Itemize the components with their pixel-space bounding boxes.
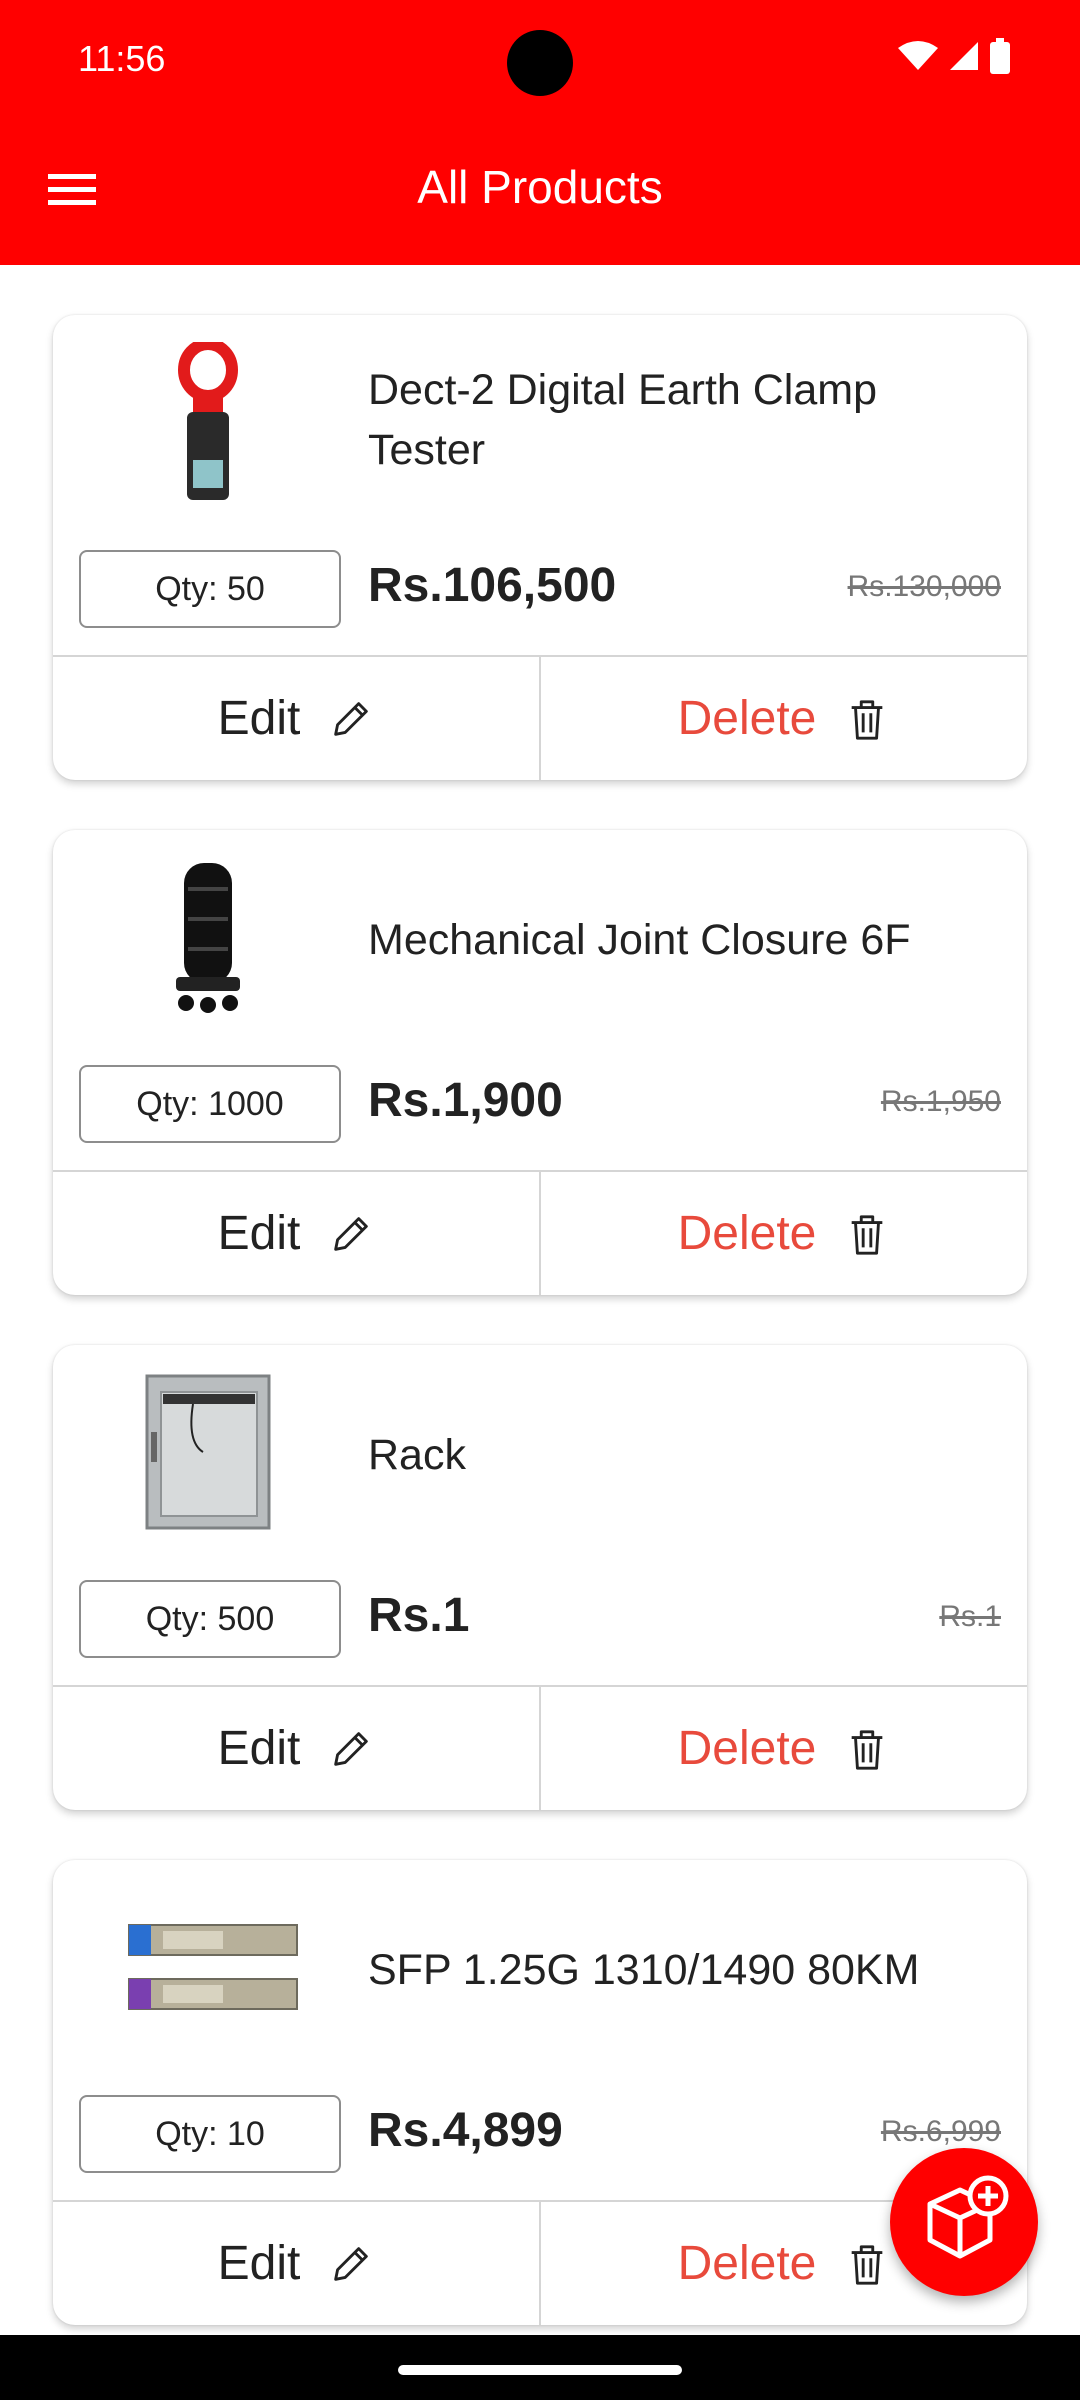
product-image-rack [128, 1367, 288, 1537]
edit-label: Edit [217, 1207, 301, 1260]
add-product-fab[interactable] [890, 2148, 1038, 2296]
pencil-icon [334, 1216, 369, 1251]
product-name: Mechanical Joint Closure 6F [368, 916, 911, 964]
product-name: Rack [368, 1431, 466, 1479]
product-old-price: Rs.1 [939, 1600, 1001, 1633]
product-image-sfp-module [123, 1882, 303, 2052]
card-actions: Edit Delete [53, 1685, 1027, 1810]
page-title: All Products [417, 161, 663, 213]
status-time: 11:56 [78, 38, 166, 79]
trash-icon [852, 1729, 883, 1770]
pencil-icon [334, 2246, 369, 2281]
battery-icon [990, 38, 1010, 74]
trash-icon [852, 699, 883, 740]
pencil-icon [334, 1731, 369, 1766]
delete-button[interactable]: Delete [541, 1172, 1027, 1295]
wifi-icon [898, 41, 938, 70]
edit-button[interactable]: Edit [53, 657, 541, 780]
product-price: Rs.1,900 [368, 1074, 563, 1127]
product-old-price: Rs.1,950 [880, 1085, 1001, 1118]
pencil-icon [334, 701, 369, 736]
qty-badge: Qty: 1000 [79, 1065, 341, 1143]
edit-button[interactable]: Edit [53, 1172, 541, 1295]
product-price: Rs.4,899 [368, 2104, 563, 2157]
product-list[interactable]: Dect-2 Digital Earth Clamp Tester Qty: 5… [0, 265, 1080, 2335]
delete-label: Delete [677, 2237, 817, 2290]
edit-label: Edit [217, 1722, 301, 1775]
edit-label: Edit [217, 692, 301, 745]
product-card: Dect-2 Digital Earth Clamp Tester Qty: 5… [53, 315, 1027, 780]
card-actions: Edit Delete [53, 1170, 1027, 1295]
qty-badge: Qty: 500 [79, 1580, 341, 1658]
product-image-earth-clamp-tester [128, 337, 288, 507]
product-name: Dect-2 Digital Earth Clamp Tester [368, 366, 878, 474]
camera-cutout [507, 30, 573, 96]
product-image-joint-closure [128, 852, 288, 1022]
edit-button[interactable]: Edit [53, 2202, 541, 2325]
trash-icon [852, 2244, 883, 2285]
product-price: Rs.106,500 [368, 559, 617, 612]
card-actions: Edit Delete [53, 2200, 1027, 2325]
home-gesture-handle[interactable] [398, 2365, 682, 2375]
qty-badge: Qty: 10 [79, 2095, 341, 2173]
qty-badge: Qty: 50 [79, 550, 341, 628]
product-old-price: Rs.6,999 [880, 2115, 1001, 2148]
trash-icon [852, 1214, 883, 1255]
delete-label: Delete [677, 692, 817, 745]
app-bar: 11:56 All Products [0, 0, 1080, 265]
delete-button[interactable]: Delete [541, 1687, 1027, 1810]
status-icons [898, 38, 1010, 74]
product-card: SFP 1.25G 1310/1490 80KM Qty: 10 Rs.4,89… [53, 1860, 1027, 2325]
signal-icon [950, 42, 978, 70]
delete-label: Delete [677, 1722, 817, 1775]
edit-button[interactable]: Edit [53, 1687, 541, 1810]
product-old-price: Rs.130,000 [847, 570, 1001, 603]
card-actions: Edit Delete [53, 655, 1027, 780]
delete-button[interactable]: Delete [541, 657, 1027, 780]
product-card: Mechanical Joint Closure 6F Qty: 1000 Rs… [53, 830, 1027, 1295]
product-price: Rs.1 [368, 1589, 470, 1642]
product-card: Rack Qty: 500 Rs.1 Rs.1 Edit Delete [53, 1345, 1027, 1810]
edit-label: Edit [217, 2237, 301, 2290]
system-nav-bar [0, 2335, 1080, 2400]
delete-label: Delete [677, 1207, 817, 1260]
product-name: SFP 1.25G 1310/1490 80KM [368, 1946, 920, 1994]
add-product-box-icon [927, 2175, 1009, 2259]
